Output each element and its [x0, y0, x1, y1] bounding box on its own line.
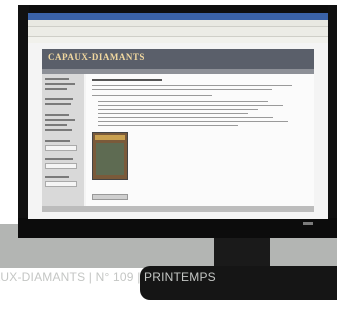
content-line — [98, 125, 238, 126]
sidebar-select — [45, 145, 77, 151]
sidebar-line — [45, 83, 75, 85]
content-line — [92, 95, 212, 96]
sidebar-line — [45, 114, 69, 116]
site-content — [86, 74, 314, 206]
sidebar-line — [45, 98, 73, 100]
magazine-cover-title — [95, 135, 125, 140]
monitor-stand-neck — [214, 238, 270, 268]
site-sidebar — [42, 74, 84, 206]
site-footer — [42, 206, 314, 212]
sidebar-line — [45, 140, 70, 142]
caption: -AUX-DIAMANTS | N° 109 | PRINTEMPS — [0, 265, 337, 289]
sidebar-select — [45, 163, 77, 169]
content-line — [92, 85, 292, 86]
monitor-brand-mark — [303, 222, 313, 225]
browser-titlebar — [28, 13, 328, 20]
content-line — [98, 117, 273, 118]
sidebar-line — [45, 124, 67, 126]
web-page: CAPAUX-DIAMANTS — [28, 43, 328, 219]
magazine-cover-art — [96, 143, 124, 175]
sidebar-line — [45, 103, 71, 105]
site-header: CAPAUX-DIAMANTS — [42, 49, 314, 69]
monitor-screen: CAPAUX-DIAMANTS — [28, 13, 328, 219]
sidebar-line — [45, 88, 67, 90]
magazine-cover — [92, 132, 128, 180]
content-line — [98, 101, 268, 102]
sidebar-line — [45, 158, 73, 160]
monitor-bezel-bottom — [18, 218, 337, 238]
browser-menubar — [28, 20, 328, 27]
sidebar-line — [45, 129, 72, 131]
sidebar-line — [45, 176, 69, 178]
content-line — [98, 121, 288, 122]
content-line — [98, 109, 258, 110]
sidebar-line — [45, 78, 69, 80]
content-button — [92, 194, 128, 200]
browser-toolbar — [28, 27, 328, 37]
content-line — [98, 113, 248, 114]
product-photo: CAPAUX-DIAMANTS -AUX-DIAMANTS | N° 109 |… — [0, 0, 337, 312]
monitor-bezel-right — [328, 5, 337, 235]
caption-text: -AUX-DIAMANTS | N° 109 | PRINTEMPS — [0, 270, 216, 284]
sidebar-line — [45, 119, 75, 121]
content-line — [98, 105, 283, 106]
sidebar-select — [45, 181, 77, 187]
content-line — [92, 89, 272, 90]
site-logo: CAPAUX-DIAMANTS — [48, 52, 145, 62]
content-heading — [92, 79, 162, 81]
